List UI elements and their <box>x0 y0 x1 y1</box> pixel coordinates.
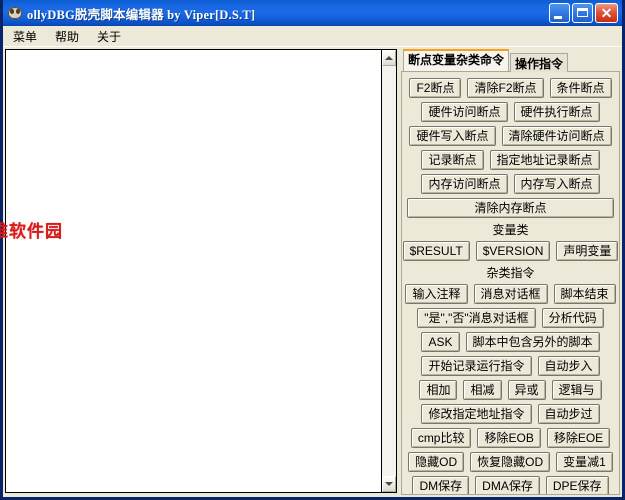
tab-strip: 断点变量杂类命令 操作指令 <box>401 49 620 72</box>
btn-decrement-variable[interactable]: 变量减1 <box>556 452 613 472</box>
menu-item-main[interactable]: 菜单 <box>9 26 45 47</box>
scroll-up-button[interactable] <box>382 50 396 66</box>
btn-log-breakpoint[interactable]: 记录断点 <box>421 150 484 170</box>
btn-auto-step-over[interactable]: 自动步过 <box>537 404 600 424</box>
section-label-misc-commands: 杂类指令 <box>486 266 535 280</box>
close-button[interactable]: ✕ <box>595 3 618 23</box>
button-row: 清除内存断点 <box>407 198 614 218</box>
tab-page-content: F2断点 清除F2断点 条件断点 硬件访问断点 硬件执行断点 硬件写入断点 清除硬件访问断点… <box>401 71 620 495</box>
button-row: 记录断点 指定地址记录断点 <box>407 150 614 170</box>
btn-dm-save[interactable]: DM保存 <box>412 476 470 494</box>
scroll-down-button[interactable] <box>382 476 396 492</box>
btn-xor[interactable]: 异或 <box>507 380 546 400</box>
minimize-button[interactable] <box>549 3 570 23</box>
maximize-button[interactable] <box>572 3 593 23</box>
btn-include-another-script[interactable]: 脚本中包含另外的脚本 <box>465 332 600 352</box>
btn-hide-od[interactable]: 隐藏OD <box>408 452 465 472</box>
minimize-icon <box>554 16 562 19</box>
btn-conditional-breakpoint[interactable]: 条件断点 <box>549 78 612 98</box>
btn-declare-variable[interactable]: 声明变量 <box>556 241 619 261</box>
btn-dpe-save[interactable]: DPE保存 <box>545 476 609 494</box>
btn-memory-access-breakpoint[interactable]: 内存访问断点 <box>421 174 508 194</box>
button-row: 修改指定地址指令 自动步过 <box>407 404 614 424</box>
btn-remove-eob[interactable]: 移除EOB <box>477 428 541 448</box>
btn-ask[interactable]: ASK <box>421 332 460 352</box>
application-window: ollyDBG脱壳脚本编辑器 by Viper[D.S.T] ✕ 菜单 帮助 关… <box>0 0 625 500</box>
bug-icon <box>7 5 23 21</box>
btn-hardware-access-breakpoint[interactable]: 硬件访问断点 <box>421 102 508 122</box>
button-row: 硬件写入断点 清除硬件访问断点 <box>407 126 614 146</box>
btn-clear-memory-breakpoint[interactable]: 清除内存断点 <box>407 198 614 218</box>
button-row: 隐藏OD 恢复隐藏OD 变量减1 <box>407 452 614 472</box>
btn-version-variable[interactable]: $VERSION <box>475 241 551 261</box>
window-controls: ✕ <box>549 3 620 23</box>
btn-result-variable[interactable]: $RESULT <box>402 241 470 261</box>
button-row: cmp比较 移除EOB 移除EOE <box>407 428 614 448</box>
btn-remove-eoe[interactable]: 移除EOE <box>546 428 611 448</box>
button-row: 开始记录运行指令 自动步入 <box>407 356 614 376</box>
btn-cmp-compare[interactable]: cmp比较 <box>410 428 472 448</box>
command-panel: 断点变量杂类命令 操作指令 F2断点 清除F2断点 条件断点 硬件访问断点 硬件执行断点… <box>397 49 620 495</box>
btn-log-breakpoint-at-address[interactable]: 指定地址记录断点 <box>489 150 600 170</box>
chevron-down-icon <box>385 482 393 486</box>
section-label-variables: 变量类 <box>492 223 529 237</box>
tab-breakpoint-variable-misc[interactable]: 断点变量杂类命令 <box>403 49 510 71</box>
btn-clear-hardware-access-breakpoint[interactable]: 清除硬件访问断点 <box>501 126 612 146</box>
menu-bar: 菜单 帮助 关于 <box>3 26 622 47</box>
button-row: 硬件访问断点 硬件执行断点 <box>407 102 614 122</box>
btn-message-dialog[interactable]: 消息对话框 <box>473 284 548 304</box>
chevron-up-icon <box>385 56 393 60</box>
btn-script-end[interactable]: 脚本结束 <box>553 284 616 304</box>
btn-hardware-execute-breakpoint[interactable]: 硬件执行断点 <box>513 102 600 122</box>
menu-item-help[interactable]: 帮助 <box>51 26 87 47</box>
script-editor-input[interactable] <box>6 50 381 492</box>
button-row: F2断点 清除F2断点 条件断点 <box>407 78 614 98</box>
btn-clear-f2-breakpoint[interactable]: 清除F2断点 <box>467 78 544 98</box>
btn-restore-hidden-od[interactable]: 恢复隐藏OD <box>470 452 551 472</box>
editor-vertical-scrollbar[interactable] <box>381 50 397 492</box>
tab-operation-commands[interactable]: 操作指令 <box>510 53 569 72</box>
button-row: 内存访问断点 内存写入断点 <box>407 174 614 194</box>
button-row: ASK 脚本中包含另外的脚本 <box>407 332 614 352</box>
btn-dma-save[interactable]: DMA保存 <box>475 476 540 494</box>
button-row: "是","否"消息对话框 分析代码 <box>407 308 614 328</box>
btn-add[interactable]: 相加 <box>419 380 458 400</box>
btn-hardware-write-breakpoint[interactable]: 硬件写入断点 <box>409 126 496 146</box>
btn-input-comment[interactable]: 输入注释 <box>405 284 468 304</box>
maximize-icon <box>577 8 588 17</box>
client-area: 断点变量杂类命令 操作指令 F2断点 清除F2断点 条件断点 硬件访问断点 硬件执行断点… <box>3 47 622 497</box>
btn-modify-instruction-at-address[interactable]: 修改指定地址指令 <box>421 404 532 424</box>
window-title: ollyDBG脱壳脚本编辑器 by Viper[D.S.T] <box>27 7 256 22</box>
scroll-track[interactable] <box>382 66 396 476</box>
button-row: 输入注释 消息对话框 脚本结束 <box>405 284 616 304</box>
button-row: $RESULT $VERSION 声明变量 <box>402 241 619 261</box>
app-root: ollyDBG脱壳脚本编辑器 by Viper[D.S.T] ✕ 菜单 帮助 关… <box>0 0 625 500</box>
btn-subtract[interactable]: 相减 <box>463 380 502 400</box>
menu-item-about[interactable]: 关于 <box>93 26 129 47</box>
btn-memory-write-breakpoint[interactable]: 内存写入断点 <box>513 174 600 194</box>
btn-start-logging-instructions[interactable]: 开始记录运行指令 <box>421 356 532 376</box>
button-row: DM保存 DMA保存 DPE保存 <box>407 476 614 494</box>
btn-f2-breakpoint[interactable]: F2断点 <box>409 78 462 98</box>
script-editor-pane <box>5 49 397 493</box>
close-icon: ✕ <box>600 5 613 21</box>
btn-auto-step-into[interactable]: 自动步入 <box>537 356 600 376</box>
btn-logical-and[interactable]: 逻辑与 <box>551 380 602 400</box>
button-row: 相加 相减 异或 逻辑与 <box>407 380 614 400</box>
title-bar: ollyDBG脱壳脚本编辑器 by Viper[D.S.T] ✕ <box>3 0 622 26</box>
btn-analyze-code[interactable]: 分析代码 <box>541 308 604 328</box>
btn-yes-no-message-dialog[interactable]: "是","否"消息对话框 <box>417 308 536 328</box>
